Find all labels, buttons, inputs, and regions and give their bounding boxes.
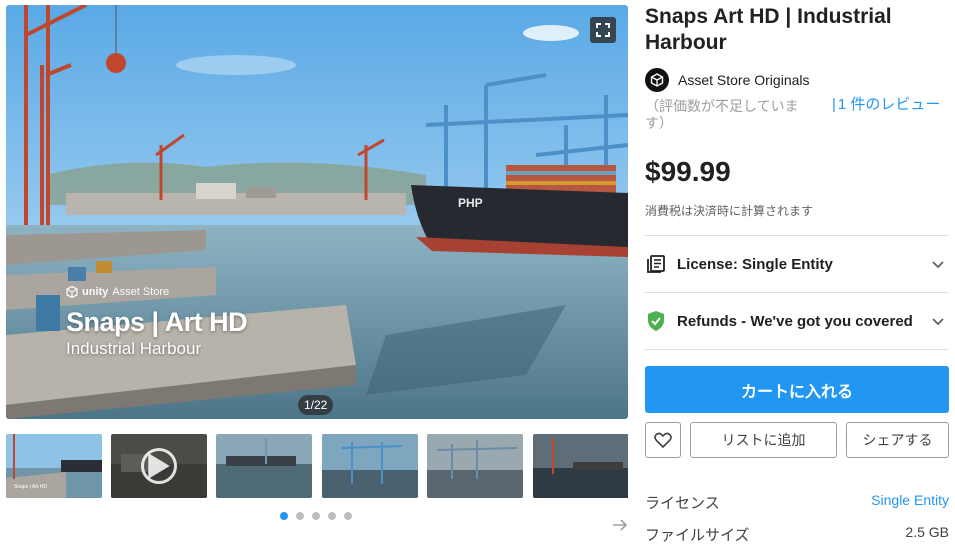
review-separator: | [832,96,836,113]
refunds-accordion[interactable]: Refunds - We've got you covered [645,293,949,349]
product-price: $99.99 [645,156,731,187]
review-count-text: 1 件のレビュー [837,96,941,113]
thumbnail-3[interactable] [216,434,312,498]
hero-overlay-subtitle: Industrial Harbour [66,339,202,358]
image-counter: 1/22 [298,395,334,415]
unity-asset-store-logo: unity Asset Store [66,286,247,298]
thumbnail-6[interactable] [533,434,628,498]
detail-key: ライセンス [645,495,720,512]
hero-overlay-title: Snaps | Art HD [66,307,248,337]
thumbnail-1[interactable]: Snaps | Art HD [6,434,102,498]
hero-brand-overlay: unity Asset Store Snaps | Art HD Industr… [66,286,248,359]
secondary-actions: リストに追加 シェアする [645,422,949,458]
detail-row-file-size: ファイルサイズ 2.5 GB [645,524,949,544]
license-icon [645,253,667,275]
file-size-value: 2.5 GB [905,524,949,540]
thumbnail-5[interactable] [427,434,523,498]
favorite-button[interactable] [645,422,681,458]
publisher-name: Asset Store Originals [678,72,810,88]
detail-row-license: ライセンス Single Entity [645,492,949,513]
add-to-list-button[interactable]: リストに追加 [690,422,837,458]
detail-key: ファイルサイズ [645,527,750,544]
publisher-logo-icon [645,68,669,92]
tax-note: 消費税は決済時に計算されます [645,204,814,218]
chevron-down-icon [932,318,944,326]
ship-name-text: PHP [458,196,483,210]
license-value-link[interactable]: Single Entity [871,492,949,513]
refunds-label: Refunds - We've got you covered [677,312,913,330]
publisher-link[interactable]: Asset Store Originals [645,68,810,92]
arrow-right-icon[interactable] [612,517,628,533]
asset-store-logo-text: Asset Store [112,286,170,298]
pagination-dot-1[interactable] [280,512,288,520]
thumbnail-video-2[interactable] [111,434,207,498]
play-video-icon [141,448,177,484]
divider [645,349,949,350]
rating-note: （評価数が不足しています） [645,98,799,131]
thumbnail-strip: Snaps | Art HD [6,434,628,498]
fullscreen-icon [596,23,610,37]
shield-check-icon [645,310,667,332]
pagination-dot-5[interactable] [344,512,352,520]
license-label: License: Single Entity [677,255,833,273]
pagination-dot-3[interactable] [312,512,320,520]
heart-icon [654,432,672,448]
pagination-dot-4[interactable] [328,512,336,520]
unity-logo-icon [66,286,78,298]
gallery-pagination-dots [280,512,352,520]
add-to-cart-button[interactable]: カートに入れる [645,366,949,413]
pagination-dot-2[interactable] [296,512,304,520]
product-hero-image[interactable]: PHP unity Asset Store Snaps | Art HD Ind… [6,5,628,419]
unity-logo-text: unity [82,286,109,298]
share-button[interactable]: シェアする [846,422,949,458]
product-title: Snaps Art HD | Industrial Harbour [645,5,892,54]
thumbnail-4[interactable] [322,434,418,498]
license-accordion[interactable]: License: Single Entity [645,236,949,292]
svg-text:Snaps | Art HD: Snaps | Art HD [14,484,47,490]
fullscreen-button[interactable] [590,17,616,43]
review-count-link[interactable]: | 1 件のレビュー [832,95,949,115]
chevron-down-icon [932,261,944,269]
